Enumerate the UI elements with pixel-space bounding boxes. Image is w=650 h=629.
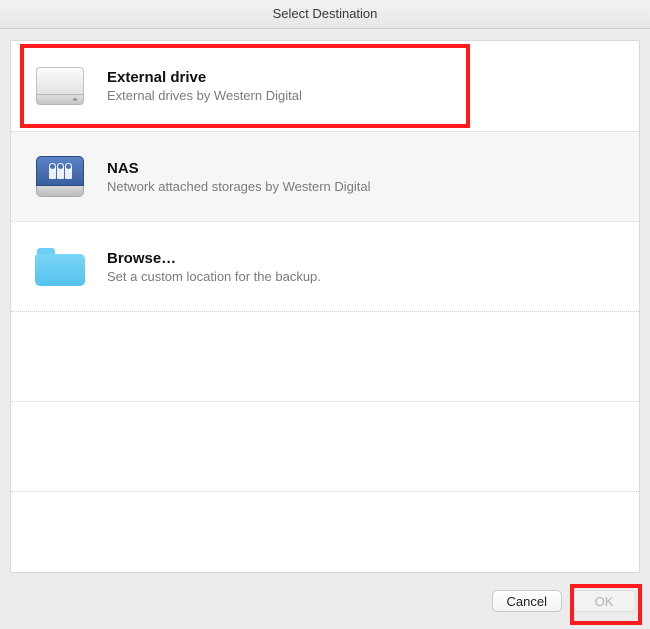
option-title: External drive bbox=[107, 69, 623, 86]
folder-icon bbox=[29, 248, 91, 286]
option-title: NAS bbox=[107, 160, 623, 177]
window-title: Select Destination bbox=[0, 0, 650, 29]
option-subtitle: External drives by Western Digital bbox=[107, 88, 623, 103]
option-title: Browse… bbox=[107, 250, 623, 267]
option-browse[interactable]: Browse… Set a custom location for the ba… bbox=[11, 221, 639, 311]
empty-row bbox=[11, 311, 639, 402]
cancel-button[interactable]: Cancel bbox=[492, 590, 562, 612]
ok-button[interactable]: OK bbox=[572, 590, 636, 612]
option-subtitle: Set a custom location for the backup. bbox=[107, 269, 623, 284]
option-external-drive[interactable]: External drive External drives by Wester… bbox=[11, 41, 639, 131]
option-nas[interactable]: NAS Network attached storages by Western… bbox=[11, 131, 639, 221]
dialog-footer: Cancel OK bbox=[0, 573, 650, 629]
external-drive-icon bbox=[29, 67, 91, 105]
empty-row bbox=[11, 401, 639, 492]
nas-drive-icon bbox=[29, 156, 91, 197]
destination-list: External drive External drives by Wester… bbox=[10, 40, 640, 573]
empty-row bbox=[11, 491, 639, 573]
option-subtitle: Network attached storages by Western Dig… bbox=[107, 179, 623, 194]
